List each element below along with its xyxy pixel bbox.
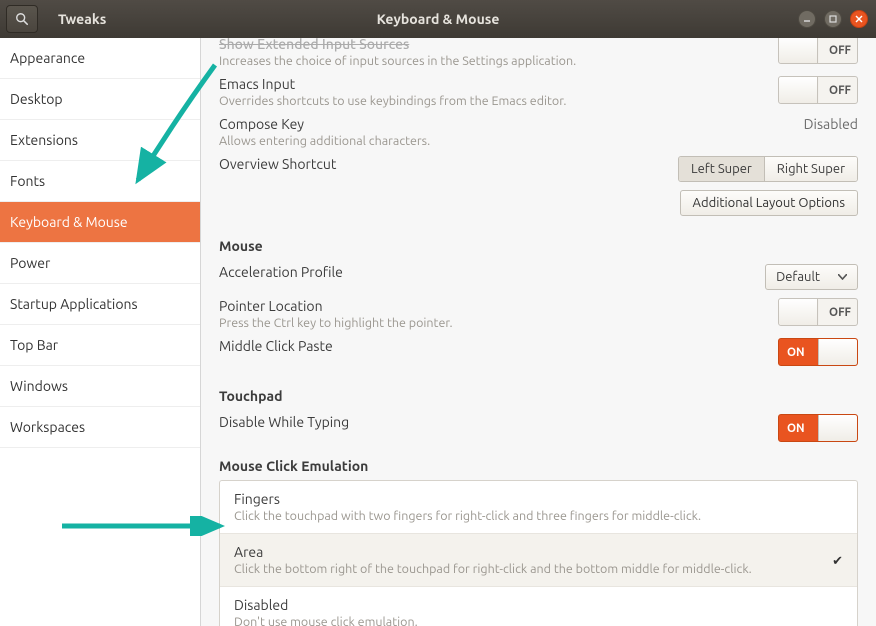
- option-title: Area: [234, 544, 752, 560]
- sidebar-item-windows[interactable]: Windows: [0, 366, 200, 407]
- row-pointer-location: Pointer Location Press the Ctrl key to h…: [219, 294, 858, 334]
- overview-left-super[interactable]: Left Super: [679, 157, 765, 181]
- maximize-icon: [829, 15, 837, 23]
- additional-layout-options-button[interactable]: Additional Layout Options: [680, 190, 858, 216]
- setting-title: Emacs Input: [219, 76, 566, 92]
- setting-title: Pointer Location: [219, 298, 453, 314]
- switch-pointer-location[interactable]: OFF: [778, 298, 858, 326]
- switch-state: OFF: [829, 84, 851, 97]
- search-icon: [15, 12, 29, 26]
- switch-knob: [779, 77, 818, 103]
- section-touchpad: Touchpad: [219, 388, 858, 404]
- content-panel: Show Extended Input Sources Increases th…: [201, 38, 876, 626]
- row-extended-input-sources: Show Extended Input Sources Increases th…: [219, 38, 858, 72]
- option-title: Fingers: [234, 491, 701, 507]
- setting-title: Overview Shortcut: [219, 156, 336, 172]
- setting-desc: Allows entering additional characters.: [219, 134, 430, 148]
- section-mouse: Mouse: [219, 238, 858, 254]
- switch-state: ON: [787, 346, 805, 359]
- sidebar-item-appearance[interactable]: Appearance: [0, 38, 200, 79]
- setting-title: Compose Key: [219, 116, 430, 132]
- switch-middle-click-paste[interactable]: ON: [778, 338, 858, 366]
- checkmark-icon: [832, 552, 843, 569]
- setting-desc: Press the Ctrl key to highlight the poin…: [219, 316, 453, 330]
- switch-knob: [779, 299, 818, 325]
- option-title: Disabled: [234, 597, 418, 613]
- option-desc: Don't use mouse click emulation.: [234, 615, 418, 626]
- switch-disable-while-typing[interactable]: ON: [778, 414, 858, 442]
- setting-title: Disable While Typing: [219, 414, 349, 430]
- overview-right-super[interactable]: Right Super: [765, 157, 857, 181]
- sidebar-item-fonts[interactable]: Fonts: [0, 161, 200, 202]
- setting-title: Acceleration Profile: [219, 264, 343, 280]
- setting-title: Middle Click Paste: [219, 338, 333, 354]
- close-icon: [855, 15, 863, 23]
- close-button[interactable]: [850, 10, 868, 28]
- switch-state: OFF: [829, 44, 851, 57]
- sidebar-item-power[interactable]: Power: [0, 243, 200, 284]
- sidebar-item-desktop[interactable]: Desktop: [0, 79, 200, 120]
- switch-state: OFF: [829, 306, 851, 319]
- section-mouse-click-emulation: Mouse Click Emulation: [219, 458, 858, 474]
- minimize-icon: [803, 15, 811, 23]
- search-button[interactable]: [6, 5, 38, 33]
- sidebar: Appearance Desktop Extensions Fonts Keyb…: [0, 38, 201, 626]
- switch-extended-input-sources[interactable]: OFF: [778, 38, 858, 64]
- chevron-down-icon: [838, 274, 847, 280]
- switch-state: ON: [787, 422, 805, 435]
- window-buttons: [798, 10, 868, 28]
- acceleration-profile-dropdown[interactable]: Default: [765, 264, 858, 290]
- minimize-button[interactable]: [798, 10, 816, 28]
- emulation-option-disabled[interactable]: Disabled Don't use mouse click emulation…: [220, 587, 857, 626]
- setting-title: Show Extended Input Sources: [219, 38, 576, 52]
- sidebar-item-extensions[interactable]: Extensions: [0, 120, 200, 161]
- setting-desc: Increases the choice of input sources in…: [219, 54, 576, 68]
- titlebar: Tweaks Keyboard & Mouse: [0, 0, 876, 38]
- emulation-option-fingers[interactable]: Fingers Click the touchpad with two fing…: [220, 481, 857, 534]
- row-compose-key: Compose Key Allows entering additional c…: [219, 112, 858, 152]
- sidebar-item-workspaces[interactable]: Workspaces: [0, 407, 200, 448]
- app-name: Tweaks: [58, 11, 106, 27]
- switch-knob: [779, 38, 818, 63]
- switch-knob: [818, 339, 857, 365]
- row-acceleration-profile: Acceleration Profile Default: [219, 260, 858, 294]
- option-desc: Click the bottom right of the touchpad f…: [234, 562, 752, 576]
- row-disable-while-typing: Disable While Typing ON: [219, 410, 858, 446]
- sidebar-item-keyboard-mouse[interactable]: Keyboard & Mouse: [0, 202, 200, 243]
- emulation-option-area[interactable]: Area Click the bottom right of the touch…: [220, 534, 857, 587]
- click-emulation-list: Fingers Click the touchpad with two fing…: [219, 480, 858, 626]
- switch-knob: [818, 415, 857, 441]
- dropdown-value: Default: [776, 270, 820, 284]
- row-middle-click-paste: Middle Click Paste ON: [219, 334, 858, 370]
- maximize-button[interactable]: [824, 10, 842, 28]
- compose-key-value[interactable]: Disabled: [804, 116, 858, 132]
- row-emacs-input: Emacs Input Overrides shortcuts to use k…: [219, 72, 858, 112]
- row-overview-shortcut: Overview Shortcut Left Super Right Super…: [219, 152, 858, 220]
- switch-emacs-input[interactable]: OFF: [778, 76, 858, 104]
- option-desc: Click the touchpad with two fingers for …: [234, 509, 701, 523]
- sidebar-item-top-bar[interactable]: Top Bar: [0, 325, 200, 366]
- sidebar-item-startup-applications[interactable]: Startup Applications: [0, 284, 200, 325]
- page-title: Keyboard & Mouse: [377, 11, 500, 27]
- setting-desc: Overrides shortcuts to use keybindings f…: [219, 94, 566, 108]
- overview-shortcut-segmented: Left Super Right Super: [678, 156, 858, 182]
